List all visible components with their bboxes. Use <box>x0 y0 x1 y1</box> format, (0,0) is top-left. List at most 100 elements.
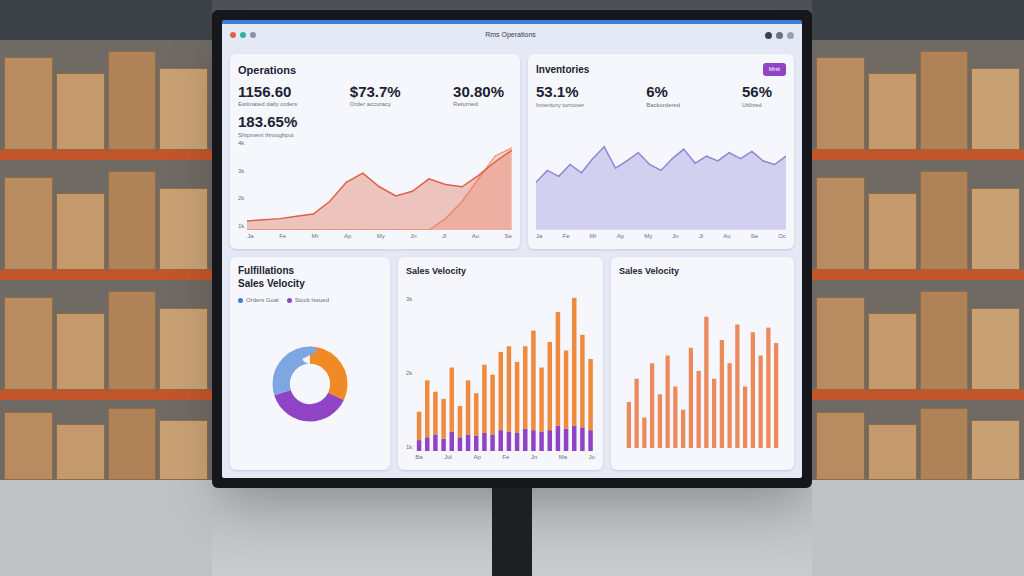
card-title: Sales Velocity <box>406 265 595 279</box>
bar-group <box>751 332 755 448</box>
chart-point <box>511 148 512 149</box>
chart-point <box>280 218 281 219</box>
tick: 1k <box>406 443 412 452</box>
tick: Ja <box>247 232 253 241</box>
bar-group <box>689 347 693 448</box>
tick: 3k <box>238 167 244 176</box>
bar <box>491 434 495 451</box>
stat: 6%Backordered <box>646 83 680 109</box>
chart-series <box>536 146 786 230</box>
bar <box>642 417 646 448</box>
bar-group <box>720 340 724 449</box>
tick: Au <box>472 232 479 241</box>
donut-segment <box>281 355 339 413</box>
chart-point <box>495 161 496 162</box>
tick: Ap <box>344 232 351 241</box>
stat-value: 1156.60 <box>238 83 297 102</box>
legend-item: Orders Goal <box>238 296 279 305</box>
bar <box>589 430 593 451</box>
minimize-dot-icon[interactable] <box>240 32 246 38</box>
chart-point <box>660 170 661 171</box>
stat-value: 30.80% <box>453 83 504 102</box>
bar-group <box>727 363 731 448</box>
bar <box>665 355 669 448</box>
bar <box>735 324 739 448</box>
bar <box>556 425 560 451</box>
bar <box>696 371 700 449</box>
bar-group <box>673 386 677 448</box>
bar <box>634 378 638 448</box>
tick: Ap <box>617 232 624 241</box>
legend-dot <box>287 298 292 303</box>
bar-group <box>523 346 527 451</box>
x-ticks: JaFeMrApMyJnJlAuSeOc <box>536 230 786 241</box>
bar-group <box>581 334 585 451</box>
bar <box>425 437 429 451</box>
tick: Mr <box>312 232 319 241</box>
bar-group <box>442 398 446 451</box>
bar <box>581 427 585 451</box>
tick: Ap <box>473 453 480 462</box>
maximize-dot-icon[interactable] <box>250 32 256 38</box>
bar <box>507 431 511 451</box>
top-bar: Rms Operations <box>222 24 802 46</box>
chart-point <box>495 156 496 157</box>
user-icon[interactable] <box>765 32 772 39</box>
bar <box>564 428 568 451</box>
bar <box>442 398 446 438</box>
bar <box>564 350 568 428</box>
tick: Jl <box>699 232 703 241</box>
chart-point <box>604 146 605 147</box>
monitor-column: Rms OperationsOperations1156.60Estimated… <box>212 0 812 576</box>
chart-point <box>751 151 752 152</box>
chart-point <box>429 178 430 179</box>
tick: Fe <box>279 232 286 241</box>
operations-chart <box>247 139 512 230</box>
tick: My <box>377 232 385 241</box>
bar <box>540 431 544 451</box>
tick: Ja <box>536 232 542 241</box>
bar <box>483 433 487 451</box>
tick: Ba <box>415 453 422 462</box>
bar-group <box>572 297 576 451</box>
bar <box>650 363 654 448</box>
bar <box>458 405 462 436</box>
bar-group <box>483 364 487 451</box>
settings-icon[interactable] <box>776 32 783 39</box>
chart-point <box>774 164 775 165</box>
bar <box>704 316 708 448</box>
bar <box>450 431 454 451</box>
bar-group <box>425 380 429 451</box>
right-shelf <box>812 0 1024 576</box>
bar <box>507 346 511 431</box>
close-dot-icon[interactable] <box>230 32 236 38</box>
bar-group <box>743 386 747 448</box>
bar <box>720 340 724 449</box>
fulfillment-card: FulfillationsSales VelocityOrders GoalSt… <box>230 257 390 470</box>
tick: Jo <box>589 453 595 462</box>
stat-value: 56% <box>742 83 772 102</box>
card-subtitle: Sales Velocity <box>238 278 382 291</box>
chart-point <box>379 186 380 187</box>
bar-group <box>548 341 552 451</box>
menu-icon[interactable] <box>787 32 794 39</box>
bar <box>491 374 495 434</box>
bar-group <box>499 351 503 451</box>
bar <box>548 430 552 451</box>
bar <box>548 341 552 429</box>
shelf-row <box>0 40 212 150</box>
bar <box>743 386 747 448</box>
bar <box>523 346 527 429</box>
tick: 2k <box>238 194 244 203</box>
y-ticks: 4k3k2k1k <box>238 139 247 241</box>
tick: Ma <box>559 453 567 462</box>
bar-group <box>650 363 654 448</box>
stat-value: 53.1% <box>536 83 584 102</box>
bar <box>627 402 631 449</box>
monitor: Rms OperationsOperations1156.60Estimated… <box>212 10 812 488</box>
donut-segment <box>281 355 339 413</box>
tick: 1k <box>238 222 244 231</box>
bar-group <box>766 327 770 448</box>
stat-label: Utilized <box>742 102 772 110</box>
badge-button[interactable]: Mnti <box>763 63 786 76</box>
